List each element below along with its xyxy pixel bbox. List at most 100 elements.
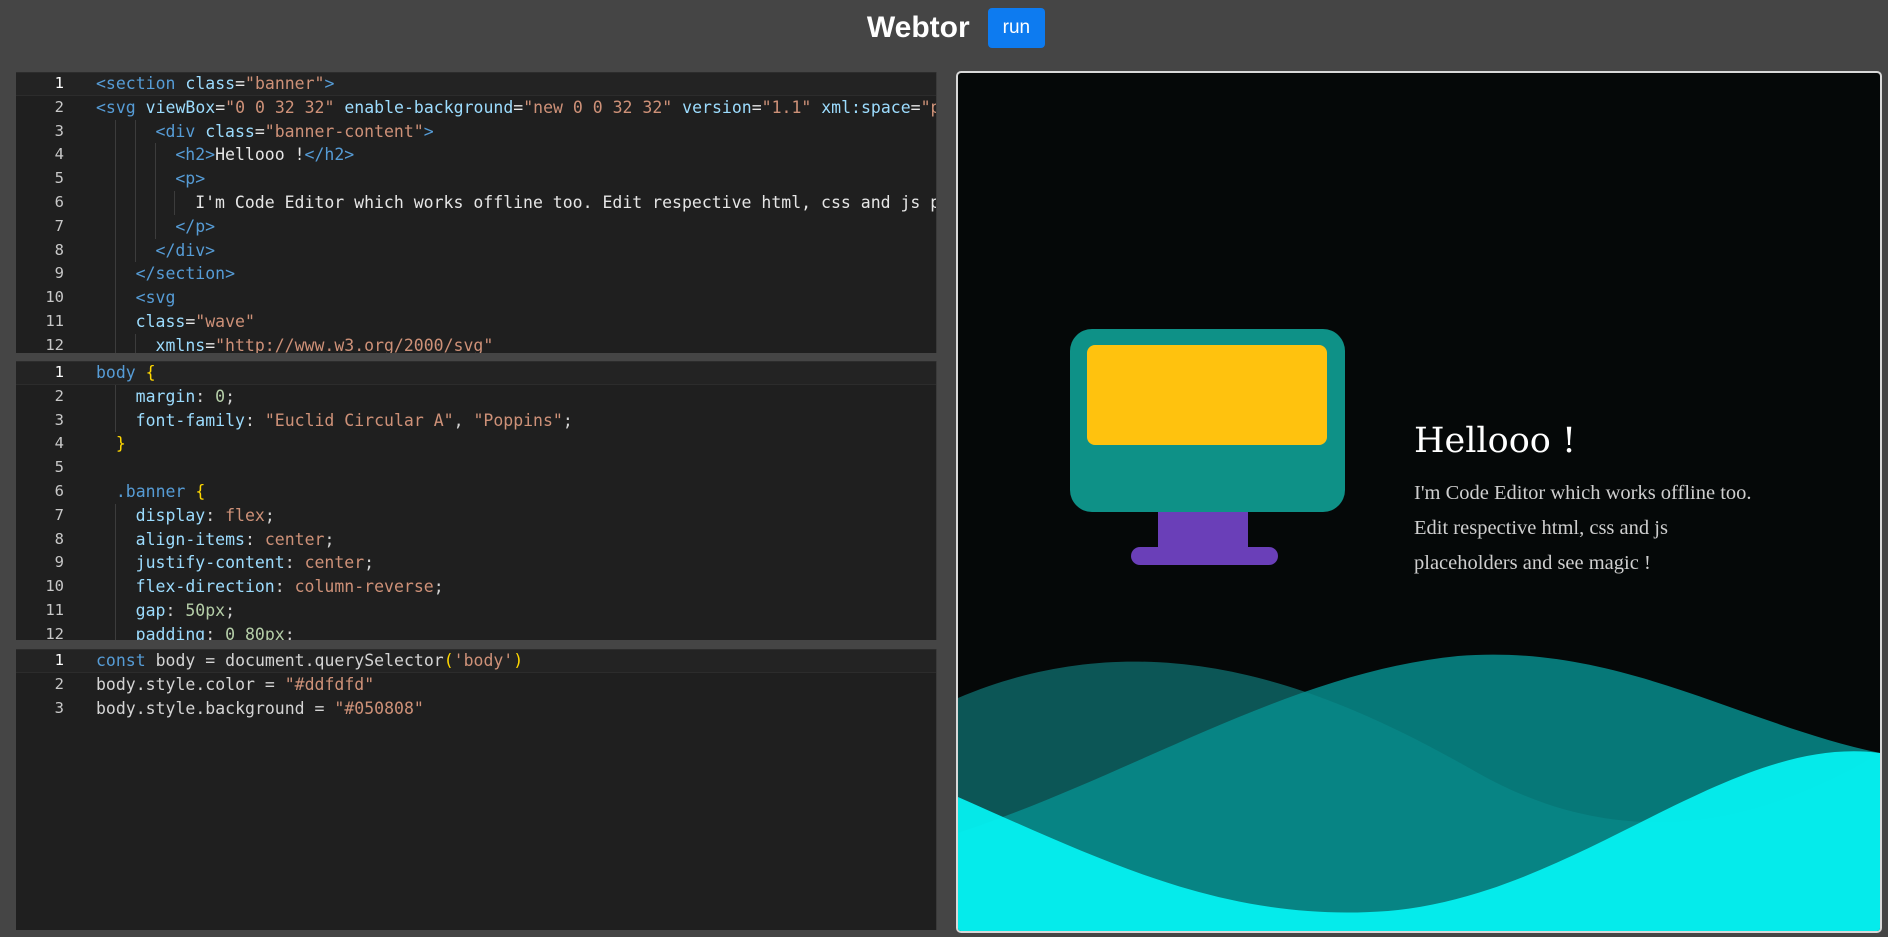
code-line[interactable]: 1 <section class="banner"> [16,72,936,96]
line-number: 4 [54,434,64,453]
code-token: : [195,386,216,406]
indent-guide [134,119,136,144]
code-line[interactable]: 6 I'm Code Editor which works offline too… [16,190,936,215]
code-text: class="wave" [136,310,255,334]
indent-guide [114,622,116,640]
code-line[interactable]: 11 gap: 50px; [16,598,936,623]
code-text: justify-content: center; [136,551,374,575]
code-token: "1.1" [761,97,822,117]
code-token: ; [264,505,275,525]
code-line[interactable]: 12 padding: 0 80px; [16,622,936,640]
code-line[interactable]: 4} [16,432,936,456]
line-number: 1 [54,651,64,669]
code-token: xmlns [155,335,206,353]
line-number: 3 [54,698,64,717]
code-token: flex-direction [135,577,275,597]
code-line[interactable]: 12 xmlns="http://www.w3.org/2000/svg" [16,333,936,353]
css-editor[interactable]: 1 body {2 margin: 0; 3 font-family: "Euclid … [16,361,937,640]
code-line[interactable]: 2 <svg viewBox="0 0 32 32" enable-backgro… [16,96,936,120]
monitor-neck [1158,512,1248,552]
indent-guide [114,503,116,528]
code-line[interactable]: 1 body { [16,361,936,385]
indent-guide [114,333,116,353]
code-line[interactable]: 3 <div class="banner-content"> [16,119,936,144]
code-line[interactable]: 10 flex-direction: column-reverse; [16,575,936,599]
code-token: ; [225,600,236,620]
code-line[interactable]: 9 justify-content: center; [16,551,936,576]
code-text: <svg viewBox="0 0 32 32" enable-backgrou… [96,96,936,120]
code-token: <section [96,74,186,93]
code-token: enable-background [344,97,514,117]
code-text: <div class="banner-content"> [156,120,434,144]
code-token: </div> [155,240,216,260]
code-line[interactable]: 10 <svg [16,286,936,310]
code-token: <p> [175,169,206,189]
code-token: : [205,624,226,640]
code-line[interactable]: 5 [16,456,936,480]
monitor-icon [1070,329,1345,565]
code-token: body = document.querySelector [155,651,444,670]
line-number: 12 [45,335,64,353]
code-token: xml:space [821,97,911,117]
code-token: display [135,505,206,525]
code-text: .banner { [116,480,205,504]
code-token: = [910,97,921,117]
code-text: xmlns="http://www.w3.org/2000/svg" [156,334,494,353]
code-token: class [135,311,186,331]
code-token: .banner [115,481,196,501]
code-token: = [205,335,216,353]
code-token: ) [513,651,524,670]
line-number: 11 [45,311,64,330]
code-line[interactable]: 3 body.style.background = "#050808" [16,697,936,721]
code-text: body { [96,361,156,385]
code-token: center [264,529,325,549]
code-token: "banner" [245,74,325,93]
code-line[interactable]: 8 </div> [16,238,936,263]
code-line[interactable]: 2 body.style.color = "#ddfdfd" [16,673,936,697]
code-token: ; [284,624,295,640]
preview-line-1: I'm Code Editor which works offline too. [1414,482,1752,504]
code-token: = [215,97,226,117]
code-text: I'm Code Editor which works offline too.… [195,191,936,215]
code-token: "preserve" [920,97,936,117]
code-line[interactable]: 6 .banner { [16,480,936,504]
code-token: <svg [96,97,146,117]
html-editor[interactable]: 1 <section class="banner"> 2 <svg viewBox="… [16,72,937,353]
code-line[interactable]: 7 </p> [16,214,936,239]
js-editor[interactable]: 1 const body = document.querySelector('bo… [16,649,937,930]
line-number: 2 [54,386,64,405]
code-token: class [185,74,236,93]
code-token: </h2> [304,145,355,165]
code-token: = [513,97,524,117]
indent-guide [114,408,116,433]
code-line[interactable]: 2 margin: 0; [16,384,936,409]
line-number: 7 [54,216,64,235]
code-token: align-items [135,529,245,549]
code-line[interactable]: 4 <h2>Hellooo !</h2> [16,143,936,168]
code-token: ; [433,577,444,597]
code-token: </p> [175,216,216,236]
code-line[interactable]: 3 font-family: "Euclid Circular A", "Popp… [16,408,936,433]
code-token: </section> [135,264,236,284]
indent-guide [114,286,116,310]
code-token: { [145,363,156,382]
code-line[interactable]: 7 display: flex; [16,503,936,528]
code-token: "0 0 32 32" [225,97,345,117]
indent-guide [154,167,156,191]
indent-guide [114,143,116,168]
indent-guide [114,551,116,576]
code-line[interactable]: 9 </section> [16,262,936,287]
indent-guide [114,262,116,287]
indent-guide [114,309,116,334]
code-text: </p> [175,215,215,239]
code-token: { [195,481,206,501]
code-line[interactable]: 8 align-items: center; [16,527,936,552]
code-text: </section> [136,262,235,286]
indent-guide [134,190,136,215]
run-button[interactable]: run [987,8,1046,48]
code-line[interactable]: 5 <p> [16,167,936,191]
code-line[interactable]: 1 const body = document.querySelector('bo… [16,649,936,673]
code-line[interactable]: 11 class="wave" [16,309,936,334]
code-token: I'm Code Editor which works offline too.… [195,192,936,212]
code-text: align-items: center; [136,528,335,552]
